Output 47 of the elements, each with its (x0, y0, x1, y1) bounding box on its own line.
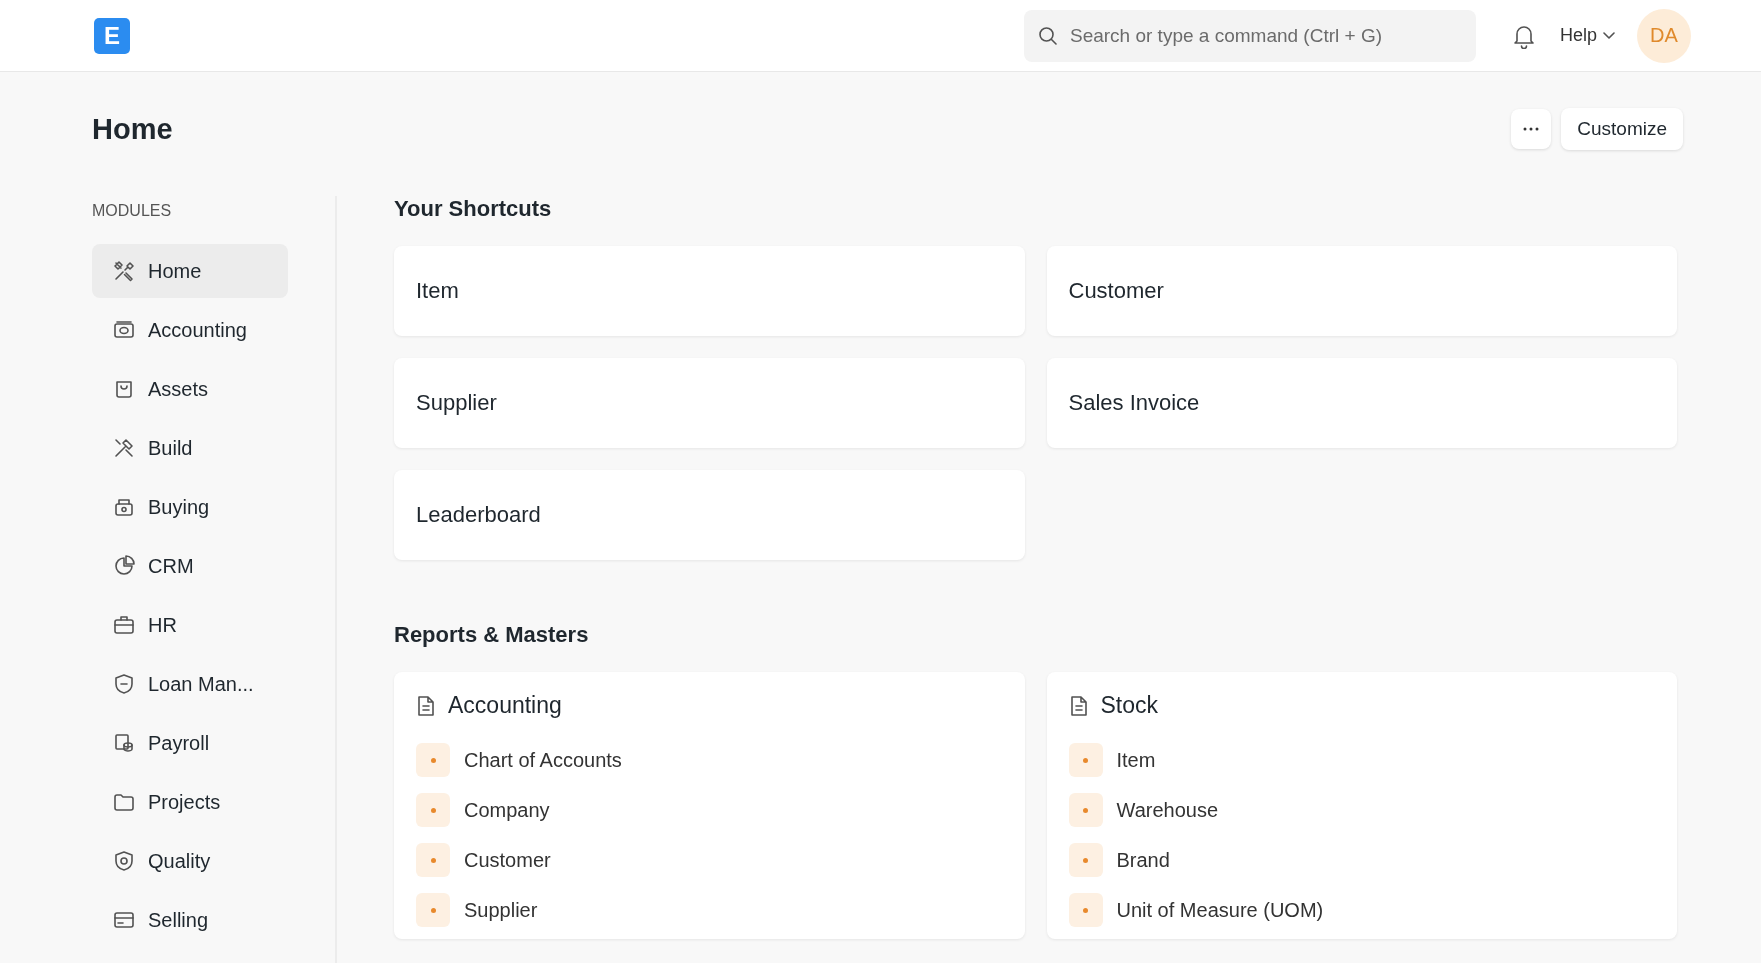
shortcut-card[interactable]: Supplier (394, 358, 1025, 448)
module-icon (112, 672, 136, 696)
module-icon (112, 436, 136, 460)
help-button[interactable]: Help (1555, 21, 1619, 50)
more-icon (1523, 127, 1540, 131)
sidebar-item[interactable]: Quality (92, 834, 288, 888)
chevron-down-icon (1603, 31, 1615, 40)
search-bar[interactable]: Search or type a command (Ctrl + G) (1023, 9, 1476, 62)
sidebar-item[interactable]: Assets (92, 362, 288, 416)
card-title: Stock (1100, 692, 1159, 719)
report-link[interactable]: Brand (1116, 848, 1170, 872)
module-icon (112, 613, 136, 637)
document-icon (1068, 694, 1089, 717)
sidebar-item[interactable]: Selling (92, 893, 288, 947)
report-link[interactable]: Chart of Accounts (464, 748, 622, 772)
sidebar-item[interactable]: Home (92, 244, 288, 298)
module-icon (112, 849, 136, 873)
section-heading: Your Shortcuts (394, 196, 553, 222)
sidebar-item[interactable]: Buying (92, 480, 288, 534)
module-icon (112, 731, 136, 755)
shortcut-card[interactable]: Item (394, 246, 1025, 336)
shortcut-card[interactable]: Customer (1046, 246, 1677, 336)
module-icon (112, 259, 136, 283)
shortcut-card[interactable]: Sales Invoice (1046, 358, 1677, 448)
report-link[interactable]: Warehouse (1116, 798, 1219, 822)
sidebar-item[interactable]: Build (92, 421, 288, 475)
sidebar-item[interactable]: Projects (92, 775, 288, 829)
customize-button[interactable]: Customize (1561, 108, 1683, 150)
document-icon (416, 694, 436, 717)
search-icon (1037, 25, 1058, 46)
report-link[interactable]: Item (1116, 748, 1156, 772)
sidebar-item[interactable]: Payroll (92, 716, 288, 770)
report-link[interactable]: Unit of Measure (UOM) (1116, 898, 1324, 922)
sidebar-item[interactable]: HR (92, 598, 288, 652)
sidebar-item[interactable]: CRM (92, 539, 288, 593)
sidebar-item[interactable]: Accounting (92, 303, 288, 357)
shortcut-card[interactable]: Leaderboard (394, 470, 1025, 560)
module-icon (112, 554, 136, 578)
report-link[interactable]: Customer (464, 848, 551, 872)
sidebar-item[interactable]: Loan Man... (92, 657, 288, 711)
report-link[interactable]: Company (464, 798, 550, 822)
card-title: Accounting (448, 692, 562, 719)
report-link[interactable]: Supplier (464, 898, 538, 922)
page-title: Home (92, 112, 173, 146)
search-field[interactable]: Search or type a command (Ctrl + G) (1067, 23, 1462, 48)
modules-heading: MODULES (92, 202, 173, 220)
section-heading: Reports & Masters (394, 622, 590, 648)
